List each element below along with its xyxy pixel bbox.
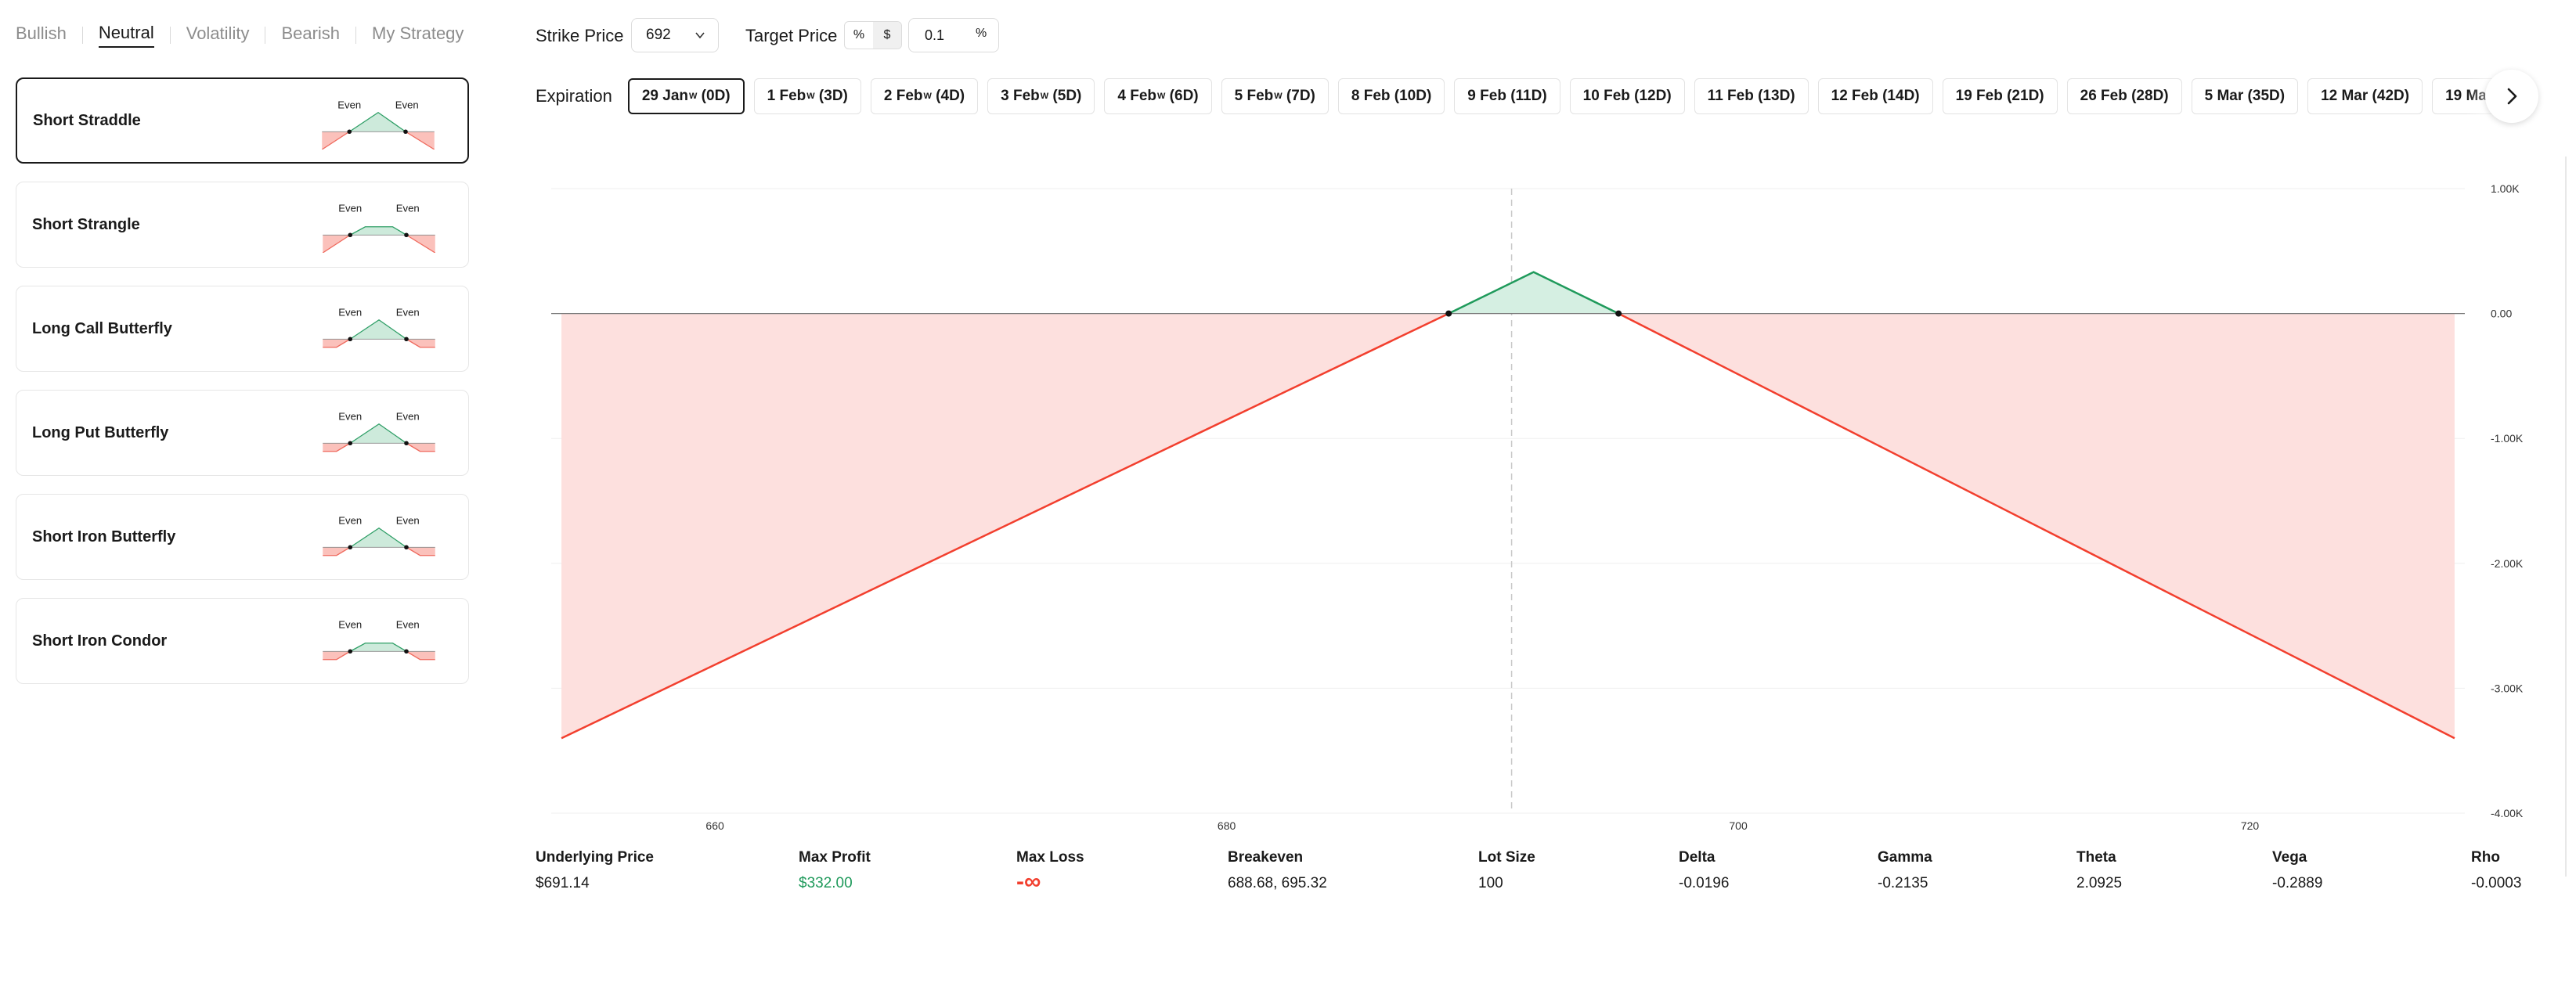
y-tick-label: -1.00K (2491, 432, 2524, 445)
theta-value: 2.0925 (2076, 875, 2123, 891)
delta-label: Delta (1679, 849, 1716, 866)
lot-size-label: Lot Size (1478, 849, 1535, 866)
max-loss-label: Max Loss (1016, 849, 1084, 866)
breakeven-point[interactable] (1615, 310, 1622, 317)
underlying-price-label: Underlying Price (536, 849, 654, 866)
y-tick-label: -2.00K (2491, 557, 2524, 570)
breakeven-label: Breakeven (1228, 849, 1304, 866)
gamma-value: -0.2135 (1878, 875, 1928, 891)
x-tick-label: 680 (1218, 819, 1236, 832)
gamma-label: Gamma (1878, 849, 1932, 866)
vega-value: -0.2889 (2272, 875, 2323, 891)
max-profit-value: $332.00 (799, 875, 853, 891)
breakeven-value: 688.68, 695.32 (1228, 875, 1327, 891)
lot-size-value: 100 (1478, 875, 1503, 891)
rho-label: Rho (2471, 849, 2500, 866)
panel-divider (2565, 157, 2567, 877)
profit-area (1449, 272, 1619, 314)
x-tick-label: 660 (705, 819, 724, 832)
y-tick-label: -3.00K (2491, 682, 2524, 694)
y-tick-label: -4.00K (2491, 807, 2524, 819)
x-tick-label: 700 (1729, 819, 1748, 832)
max-profit-label: Max Profit (799, 849, 871, 866)
delta-value: -0.0196 (1679, 875, 1730, 891)
underlying-price-value: $691.14 (536, 875, 590, 891)
x-tick-label: 720 (2241, 819, 2260, 832)
theta-label: Theta (2076, 849, 2116, 866)
rho-value: -0.0003 (2471, 875, 2522, 891)
max-loss-value: -∞ (1016, 869, 1041, 895)
breakeven-point[interactable] (1445, 310, 1452, 317)
payoff-chart: 1.00K 0.00 -1.00K -2.00K -3.00K -4.00K 660 680 7… (551, 182, 2524, 832)
y-tick-label: 0.00 (2491, 308, 2512, 320)
vega-label: Vega (2272, 849, 2307, 866)
y-tick-label: 1.00K (2491, 182, 2520, 195)
